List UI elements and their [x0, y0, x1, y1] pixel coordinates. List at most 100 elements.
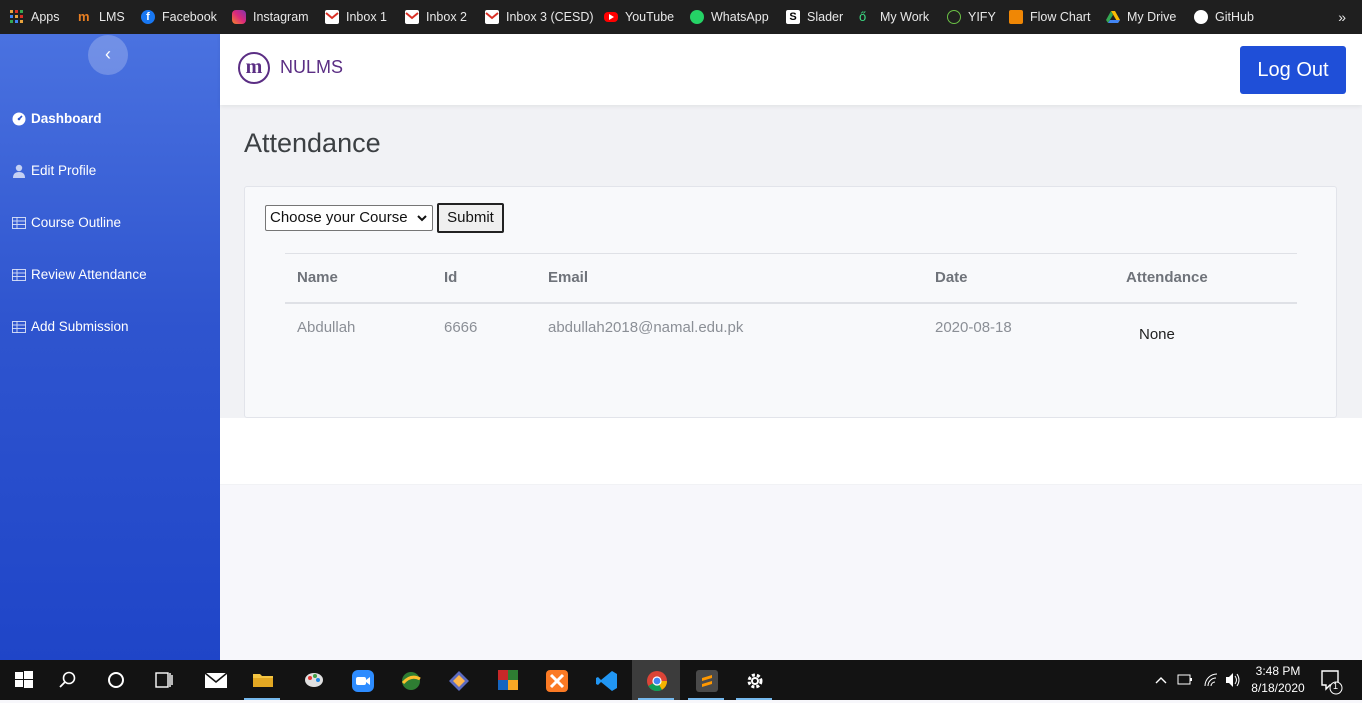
apps-grid-icon: [10, 10, 24, 24]
bookmark-label: Flow Chart: [1030, 10, 1091, 24]
content-footer-area: [220, 418, 1362, 484]
system-clock[interactable]: 3:48 PM 8/18/2020: [1248, 660, 1308, 700]
nulms-logo[interactable]: m: [238, 52, 270, 84]
cell-email: abdullah2018@namal.edu.pk: [548, 319, 744, 336]
chevron-down-icon: [417, 206, 427, 240]
notification-count: 1: [1333, 681, 1339, 691]
volume-icon: [1226, 673, 1240, 687]
taskbar-winrar[interactable]: [484, 660, 532, 700]
taskbar-git[interactable]: [434, 660, 482, 700]
bookmark-inbox-2[interactable]: Inbox 2: [405, 0, 467, 34]
youtube-icon: [604, 12, 618, 22]
bookmark-my-drive[interactable]: My Drive: [1106, 0, 1176, 34]
taskbar-paint[interactable]: [290, 660, 338, 700]
show-hidden-icons-button[interactable]: [1154, 660, 1168, 700]
bookmark-whatsapp[interactable]: WhatsApp: [690, 0, 769, 34]
sidebar-collapse-button[interactable]: ‹: [88, 35, 128, 75]
clock-time: 3:48 PM: [1255, 664, 1301, 678]
sidebar: ‹: [0, 34, 220, 660]
dashboard-icon: [12, 112, 26, 126]
facebook-icon: f: [141, 10, 155, 24]
cell-attendance: None: [1139, 326, 1175, 343]
table-header-border: [285, 302, 1297, 304]
column-header-attendance: Attendance: [1126, 269, 1208, 286]
bookmark-label: Instagram: [253, 10, 309, 24]
taskbar-settings[interactable]: [730, 660, 778, 700]
bookmark-inbox-3[interactable]: Inbox 3 (CESD): [485, 0, 594, 34]
column-header-date: Date: [935, 269, 968, 286]
whatsapp-icon: [690, 10, 704, 24]
logout-button[interactable]: Log Out: [1240, 46, 1346, 94]
taskbar-ie-app[interactable]: [386, 660, 434, 700]
taskbar-mail[interactable]: [190, 660, 238, 700]
taskbar-sublime[interactable]: [682, 660, 730, 700]
bookmark-slader[interactable]: S Slader: [786, 0, 843, 34]
bookmark-yify[interactable]: YIFY: [947, 0, 996, 34]
bookmark-lms[interactable]: m LMS: [78, 0, 125, 34]
sidebar-item-dashboard[interactable]: Dashboard: [12, 111, 102, 126]
clock-date: 8/18/2020: [1251, 681, 1305, 695]
sidebar-item-label: Dashboard: [31, 111, 102, 126]
sidebar-item-add-submission[interactable]: Add Submission: [12, 319, 129, 334]
sublime-icon: [696, 670, 718, 692]
instagram-icon: [232, 10, 246, 24]
bookmark-label: Apps: [31, 10, 60, 24]
bookmark-apps[interactable]: Apps: [10, 0, 60, 34]
archive-icon: [498, 670, 518, 690]
sidebar-item-review-attendance[interactable]: Review Attendance: [12, 267, 147, 282]
column-header-email: Email: [548, 269, 589, 286]
paint-icon: [304, 670, 324, 690]
bookmark-label: My Work: [880, 10, 930, 24]
submit-button[interactable]: Submit: [437, 203, 504, 233]
start-button[interactable]: [0, 660, 48, 700]
cell-date: 2020-08-18: [935, 319, 1012, 336]
bookmarks-bar: Apps m LMS f Facebook Instagram Inbox 1 …: [0, 0, 1362, 34]
sidebar-item-label: Add Submission: [31, 319, 129, 334]
yify-icon: [947, 10, 961, 24]
bookmark-label: LMS: [99, 10, 125, 24]
bookmark-flow-chart[interactable]: Flow Chart: [1009, 0, 1090, 34]
taskbar-xampp[interactable]: [532, 660, 580, 700]
course-select[interactable]: Choose your Course: [265, 205, 433, 231]
bookmark-instagram[interactable]: Instagram: [232, 0, 309, 34]
bookmark-my-work[interactable]: ő My Work: [859, 0, 929, 34]
brand-name[interactable]: NULMS: [280, 57, 343, 78]
notification-center-button[interactable]: 1: [1319, 660, 1343, 700]
taskbar-file-explorer[interactable]: [238, 660, 286, 700]
bookmark-github[interactable]: GitHub: [1194, 0, 1254, 34]
table-icon: [12, 216, 26, 230]
taskbar-zoom[interactable]: [338, 660, 386, 700]
table-icon: [12, 320, 26, 334]
gmail-icon: [325, 10, 339, 24]
more-bookmarks-button[interactable]: »: [1338, 0, 1346, 34]
bookmark-label: Facebook: [162, 10, 217, 24]
windows-taskbar: 1: [0, 660, 1362, 700]
bookmark-label: WhatsApp: [711, 10, 769, 24]
column-header-id: Id: [444, 269, 458, 286]
user-icon: [12, 164, 26, 178]
task-view-button[interactable]: [140, 660, 188, 700]
bookmark-label: Inbox 3 (CESD): [506, 10, 594, 24]
tray-battery[interactable]: [1176, 660, 1194, 700]
task-view-icon: [154, 670, 174, 690]
cortana-button[interactable]: [92, 660, 140, 700]
tray-volume[interactable]: [1224, 660, 1242, 700]
bookmark-label: My Drive: [1127, 10, 1177, 24]
tray-network[interactable]: [1203, 660, 1219, 700]
taskbar-vscode[interactable]: [582, 660, 630, 700]
bookmark-facebook[interactable]: f Facebook: [141, 0, 217, 34]
sidebar-item-label: Edit Profile: [31, 163, 97, 178]
search-button[interactable]: [44, 660, 92, 700]
bookmark-youtube[interactable]: YouTube: [604, 0, 674, 34]
top-navbar: m NULMS Log Out: [220, 34, 1362, 105]
sidebar-item-course-outline[interactable]: Course Outline: [12, 215, 121, 230]
wifi-icon: [1204, 673, 1218, 687]
bookmark-label: GitHub: [1215, 10, 1254, 24]
sidebar-item-edit-profile[interactable]: Edit Profile: [12, 163, 96, 178]
battery-icon: [1177, 674, 1192, 685]
taskbar-chrome[interactable]: [632, 660, 680, 700]
zoom-icon: [352, 670, 374, 692]
bookmark-inbox-1[interactable]: Inbox 1: [325, 0, 387, 34]
my-work-icon: ő: [859, 9, 867, 24]
sidebar-item-label: Review Attendance: [31, 267, 147, 282]
